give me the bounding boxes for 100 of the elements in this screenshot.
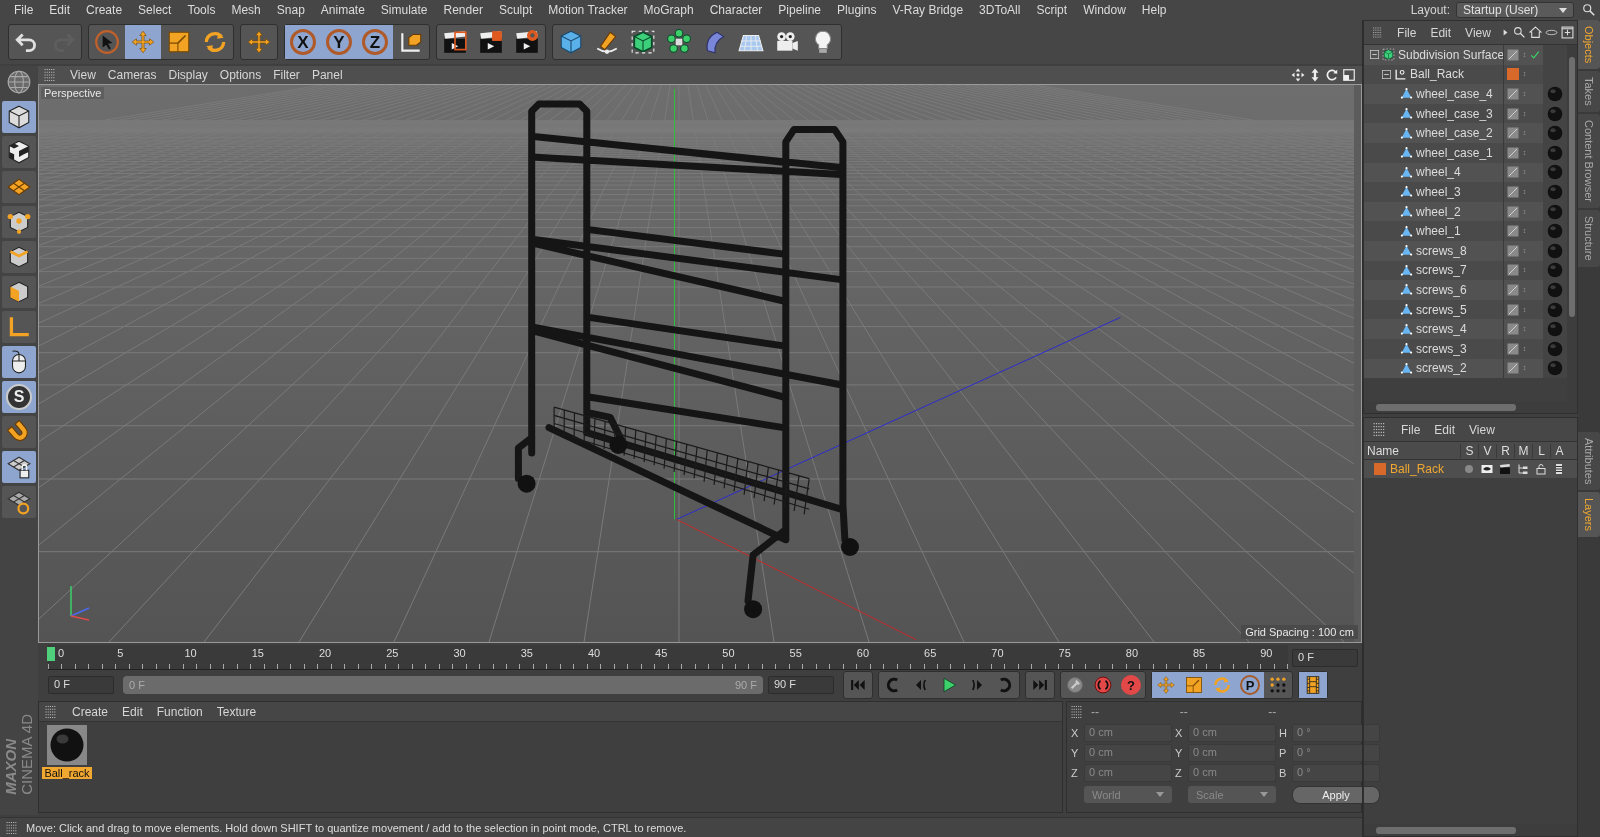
menu-item[interactable]: 3DToAll bbox=[971, 3, 1029, 17]
menu-item[interactable]: Snap bbox=[268, 3, 313, 17]
object-row[interactable]: wheel_case_4 bbox=[1364, 84, 1567, 104]
hatched-square-icon[interactable] bbox=[1507, 303, 1519, 316]
snap-button[interactable]: S bbox=[2, 381, 36, 413]
side-tab[interactable]: Content Browser bbox=[1578, 114, 1600, 208]
side-tab[interactable]: Objects bbox=[1578, 20, 1600, 70]
camera-label[interactable]: Perspective bbox=[41, 87, 105, 99]
hatched-square-icon[interactable] bbox=[1507, 166, 1519, 179]
home-icon[interactable] bbox=[1529, 26, 1542, 39]
checkmark-icon[interactable] bbox=[1530, 49, 1540, 60]
axis-lock-button[interactable]: Y bbox=[321, 25, 357, 59]
axis-lock-button[interactable]: X bbox=[285, 25, 321, 59]
playhead-marker[interactable] bbox=[47, 647, 55, 661]
menu-item[interactable]: Simulate bbox=[372, 3, 436, 17]
search-icon[interactable] bbox=[1582, 3, 1596, 17]
layer-row[interactable]: Ball_Rack bbox=[1364, 460, 1577, 478]
menu-item[interactable]: File bbox=[6, 3, 42, 17]
menu-item[interactable]: V-Ray Bridge bbox=[884, 3, 972, 17]
sphere-grid-icon[interactable] bbox=[6, 69, 32, 95]
menu-item[interactable]: Function bbox=[149, 704, 210, 719]
maximize-view-icon[interactable] bbox=[1342, 68, 1356, 82]
object-row[interactable]: screws_8 bbox=[1364, 240, 1567, 261]
hatched-square-icon[interactable] bbox=[1507, 146, 1519, 159]
menu-item[interactable]: Mesh bbox=[223, 3, 269, 17]
layer-color-swatch[interactable] bbox=[1374, 463, 1386, 475]
tool-button[interactable] bbox=[2, 136, 36, 168]
menu-item[interactable]: View bbox=[1458, 25, 1498, 40]
object-row[interactable]: wheel_3 bbox=[1364, 182, 1567, 202]
column-header[interactable]: S bbox=[1460, 443, 1478, 458]
menu-item[interactable]: MoGraph bbox=[635, 3, 702, 17]
object-row[interactable]: wheel_case_1 bbox=[1364, 142, 1567, 163]
menu-item[interactable]: Window bbox=[1075, 3, 1134, 17]
menu-item[interactable]: Motion Tracker bbox=[540, 3, 636, 17]
hatched-square-icon[interactable] bbox=[1507, 185, 1519, 198]
move-view-icon[interactable] bbox=[1291, 68, 1305, 82]
collapse-icon[interactable] bbox=[1370, 50, 1379, 60]
hatched-square-icon[interactable] bbox=[1507, 225, 1519, 238]
hatched-square-icon[interactable] bbox=[1507, 205, 1519, 218]
side-tab[interactable]: Structure bbox=[1578, 210, 1600, 267]
column-header[interactable]: A bbox=[1550, 443, 1568, 458]
layout-dropdown[interactable]: Startup (User) bbox=[1456, 2, 1574, 18]
hatched-square-icon[interactable] bbox=[1507, 107, 1519, 120]
object-row[interactable]: Subdivision Surface bbox=[1364, 45, 1567, 65]
tool-button[interactable] bbox=[2, 101, 36, 133]
object-row[interactable]: screws_4 bbox=[1364, 319, 1567, 339]
tool-button[interactable] bbox=[2, 346, 36, 378]
hatched-square-icon[interactable] bbox=[1507, 264, 1519, 277]
tool-button[interactable] bbox=[2, 486, 36, 518]
menu-item[interactable]: Cameras bbox=[101, 68, 163, 82]
hatched-square-icon[interactable] bbox=[1507, 244, 1519, 257]
stacked-bars-icon[interactable] bbox=[1553, 463, 1565, 475]
menu-item[interactable]: Texture bbox=[209, 704, 264, 719]
clapperboard-icon[interactable] bbox=[1499, 463, 1511, 475]
hierarchy-icon[interactable] bbox=[1517, 463, 1529, 475]
column-header[interactable]: V bbox=[1478, 443, 1496, 458]
rotate-view-icon[interactable] bbox=[1325, 68, 1339, 82]
menu-item[interactable]: Script bbox=[1028, 3, 1076, 17]
menu-item[interactable]: Display bbox=[162, 68, 214, 82]
object-row[interactable]: screws_7 bbox=[1364, 260, 1567, 281]
apply-button[interactable]: Apply bbox=[1292, 786, 1380, 804]
playback-button[interactable] bbox=[1299, 672, 1327, 698]
menu-item[interactable]: Panel bbox=[305, 68, 349, 82]
object-row[interactable]: screws_3 bbox=[1364, 338, 1567, 359]
tool-button[interactable] bbox=[2, 276, 36, 308]
hatched-square-icon[interactable] bbox=[1507, 127, 1519, 140]
menu-item[interactable]: Edit bbox=[115, 704, 150, 719]
menu-item[interactable]: Edit bbox=[1423, 25, 1459, 40]
menu-item[interactable]: File bbox=[1394, 422, 1428, 437]
side-tab[interactable]: Layers bbox=[1578, 491, 1600, 537]
object-row[interactable]: wheel_1 bbox=[1364, 221, 1567, 241]
layer-color-swatch[interactable] bbox=[1507, 68, 1519, 81]
hatched-square-icon[interactable] bbox=[1507, 283, 1519, 296]
padlock-icon[interactable] bbox=[1535, 463, 1547, 475]
menu-item[interactable]: Filter bbox=[267, 68, 306, 82]
object-row[interactable]: wheel_case_3 bbox=[1364, 103, 1567, 124]
menu-item[interactable]: Edit bbox=[41, 3, 79, 17]
material-swatch[interactable] bbox=[47, 725, 87, 765]
hatched-square-icon[interactable] bbox=[1507, 342, 1519, 355]
tool-button[interactable] bbox=[2, 206, 36, 238]
collapse-icon[interactable] bbox=[1382, 69, 1391, 79]
hatched-square-icon[interactable] bbox=[1507, 323, 1519, 336]
object-row[interactable]: wheel_2 bbox=[1364, 201, 1567, 222]
menu-item[interactable]: Pipeline bbox=[770, 3, 830, 17]
ball-rack-drawing[interactable] bbox=[514, 100, 859, 619]
menu-item[interactable]: Create bbox=[65, 704, 116, 719]
column-header[interactable]: Name bbox=[1364, 443, 1460, 458]
column-header[interactable]: R bbox=[1496, 443, 1514, 458]
column-header[interactable]: L bbox=[1532, 443, 1550, 458]
start-frame-field[interactable]: 0 F bbox=[48, 676, 114, 694]
tool-button[interactable] bbox=[2, 451, 36, 483]
hatched-square-icon[interactable] bbox=[1507, 362, 1519, 375]
viewport-3d[interactable]: Perspective Grid Spacing : 100 cm bbox=[38, 84, 1362, 643]
menu-item[interactable]: Animate bbox=[312, 3, 373, 17]
menu-item[interactable]: Plugins bbox=[829, 3, 885, 17]
column-header[interactable]: M bbox=[1514, 443, 1532, 458]
menu-item[interactable]: Select bbox=[130, 3, 180, 17]
parameter-button[interactable]: P bbox=[1236, 672, 1264, 698]
object-row[interactable]: screws_6 bbox=[1364, 280, 1567, 300]
menu-item[interactable]: Tools bbox=[179, 3, 224, 17]
